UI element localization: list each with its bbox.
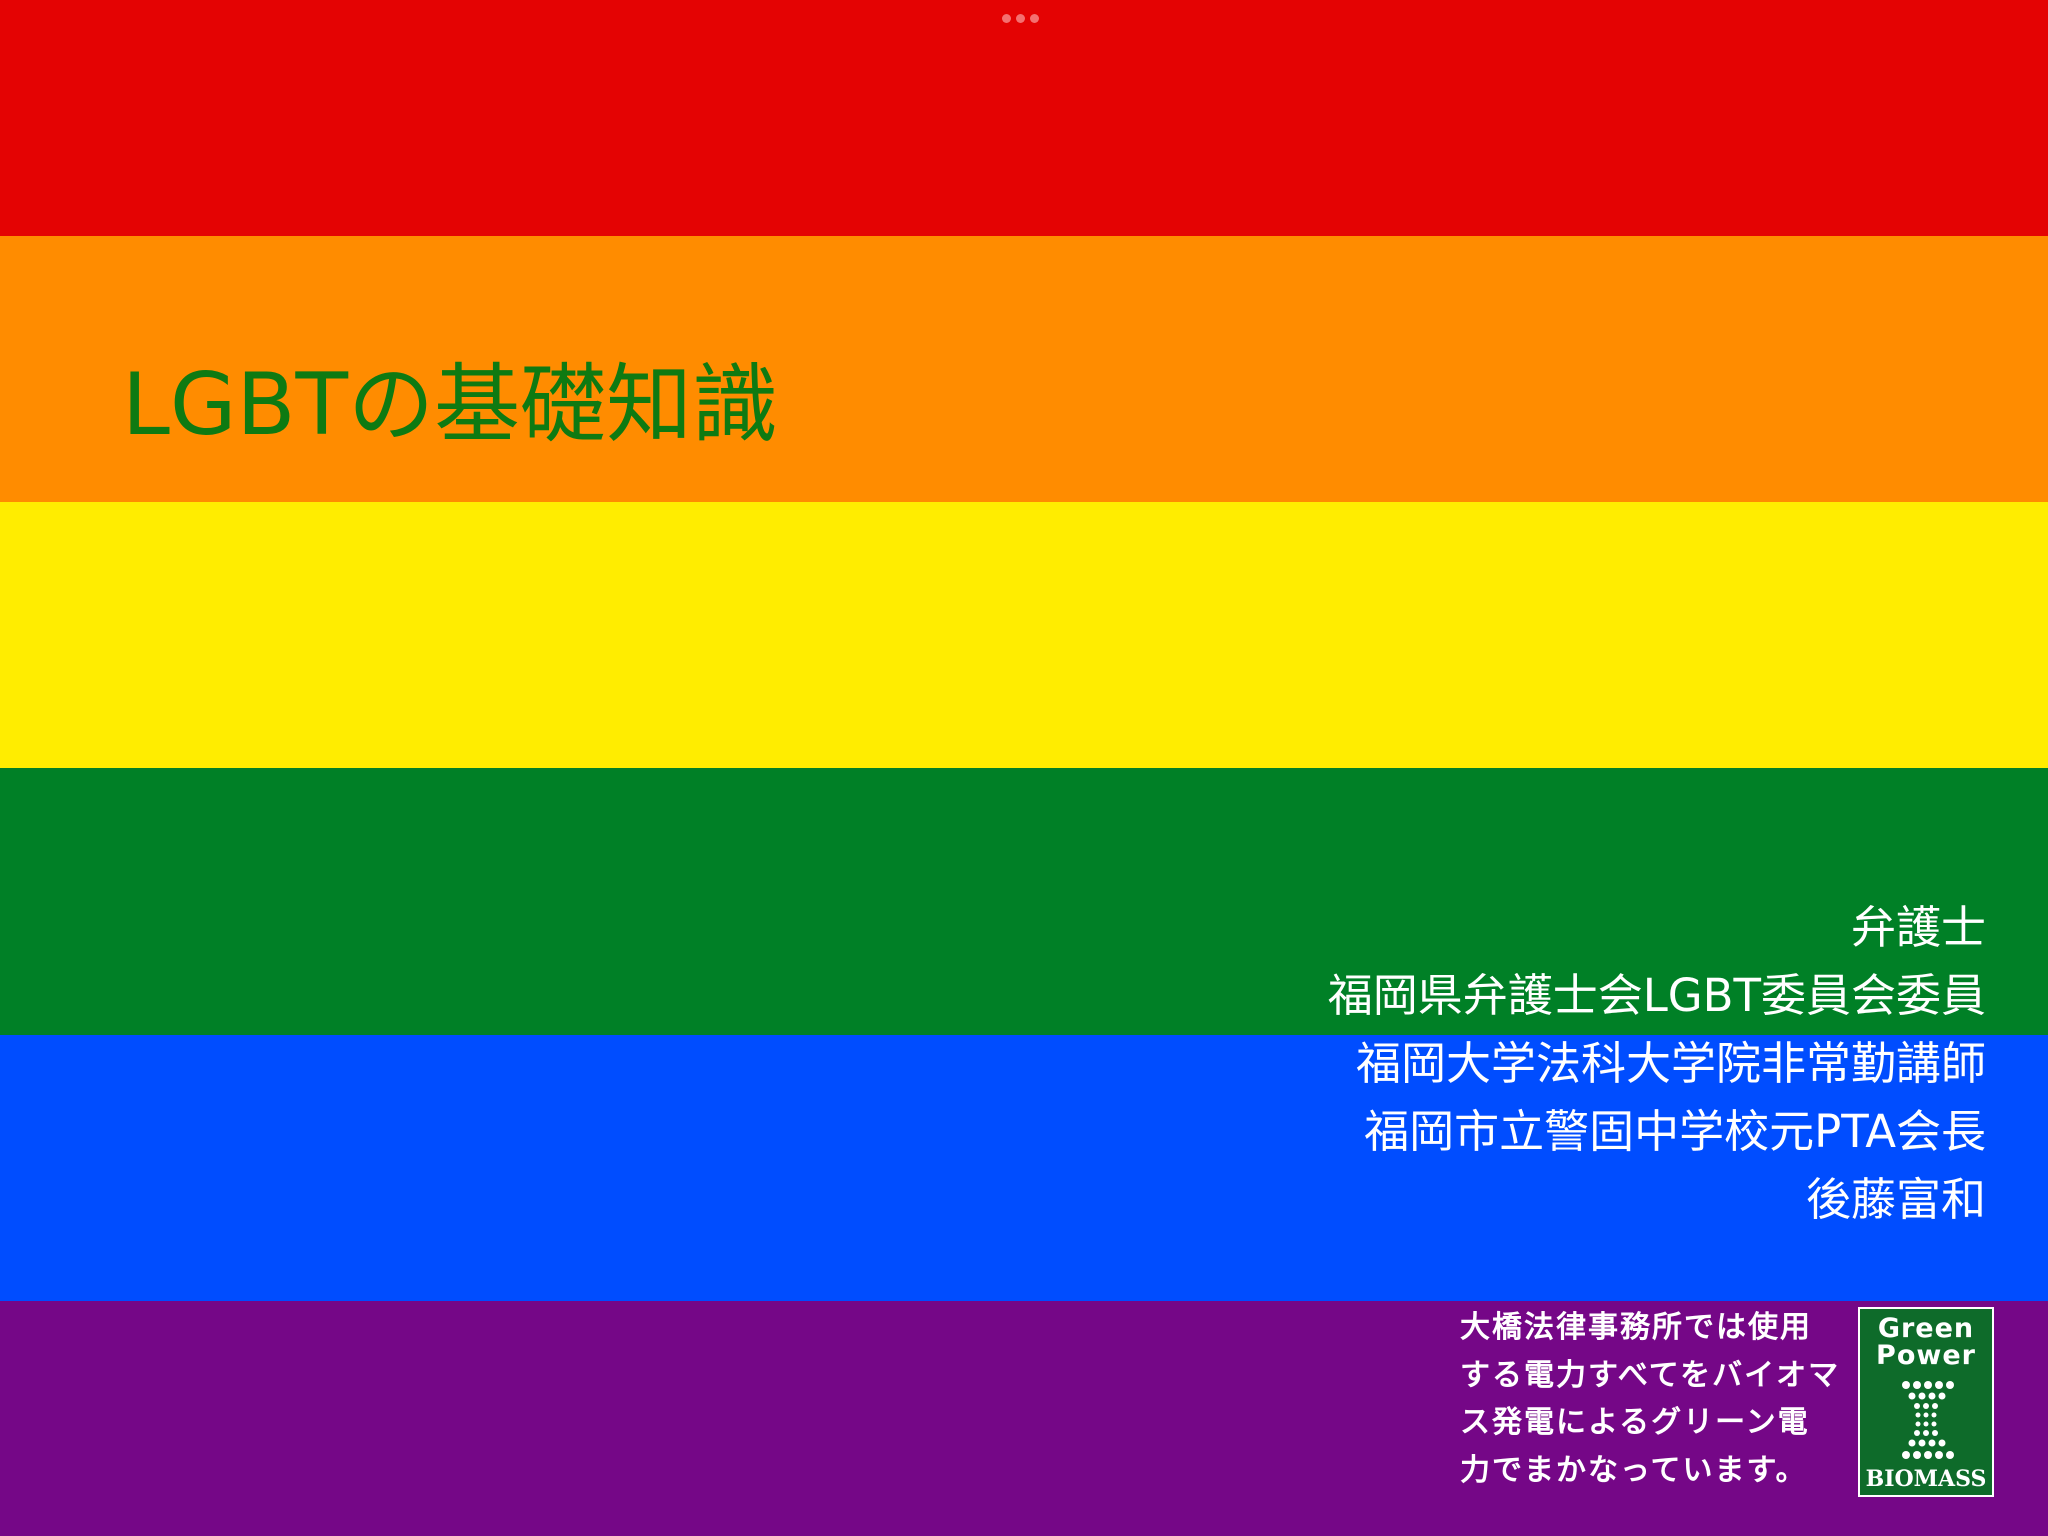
author-line: 弁護士 [1850,901,1986,954]
author-block: 弁護士 福岡県弁護士会LGBT委員会委員 福岡大学法科大学院非常勤講師 福岡市立… [1086,894,1986,1234]
rainbow-stripe-red [0,0,2048,236]
biomass-dots-icon [1902,1381,1954,1459]
author-line: 福岡県弁護士会LGBT委員会委員 [1327,969,1986,1022]
dot [1002,14,1011,23]
rainbow-stripe-yellow [0,502,2048,768]
dot [1016,14,1025,23]
slide-title: LGBTの基礎知識 [122,355,779,455]
notice-line: ス発電によるグリーン電 [1460,1405,1810,1440]
author-line: 福岡市立警固中学校元PTA会長 [1364,1105,1986,1158]
notice-line: 大橋法律事務所では使用 [1460,1310,1812,1345]
logo-line-green: Green [1877,1313,1975,1344]
green-power-biomass-logo: Green Power BIOMASS [1858,1307,1994,1497]
logo-footer: BIOMASS [1865,1466,1987,1492]
notice-line: 力でまかなっています。 [1460,1452,1808,1488]
dot [1030,14,1039,23]
logo-line-power: Power [1876,1340,1976,1371]
logo-text: Green Power [1860,1315,1992,1369]
green-power-notice: 大橋法律事務所では使用 する電力すべてをバイオマ ス発電によるグリーン電 力でま… [1460,1304,1860,1494]
ellipsis-icon[interactable] [1002,14,1039,24]
notice-line: する電力すべてをバイオマ [1460,1357,1841,1393]
author-name: 後藤富和 [1805,1173,1986,1226]
author-line: 福岡大学法科大学院非常勤講師 [1355,1037,1986,1090]
